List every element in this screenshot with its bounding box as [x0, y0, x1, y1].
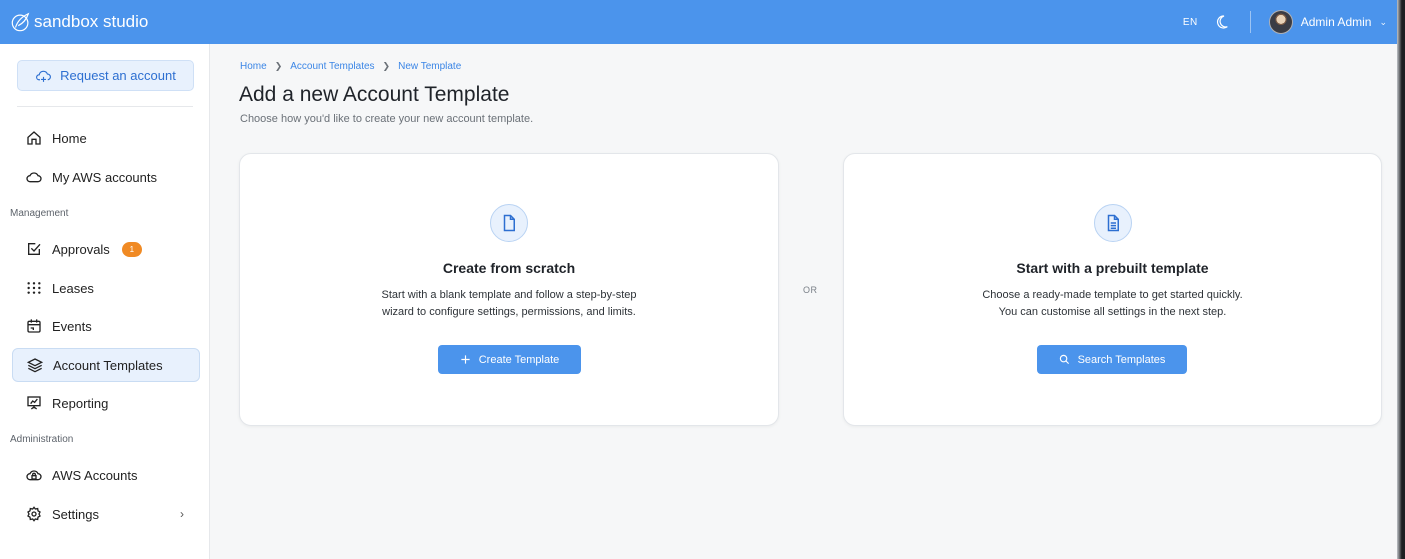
presentation-icon	[27, 396, 41, 410]
sidebar-item-home[interactable]: Home	[12, 121, 200, 155]
sidebar-item-approvals[interactable]: Approvals 1	[12, 232, 200, 266]
sidebar-item-my-aws-accounts[interactable]: My AWS accounts	[12, 160, 200, 194]
card-description-line: wizard to configure settings, permission…	[382, 306, 636, 318]
sidebar-item-label: Reporting	[52, 395, 109, 411]
user-name[interactable]: Admin Admin	[1301, 15, 1372, 29]
create-from-scratch-card: Create from scratch Start with a blank t…	[239, 153, 779, 426]
create-template-button[interactable]: Create Template	[438, 345, 581, 374]
section-label-management: Management	[10, 208, 69, 219]
breadcrumb-account-templates[interactable]: Account Templates	[290, 61, 374, 72]
approvals-count-badge: 1	[121, 241, 142, 257]
card-description-line: Choose a ready-made template to get star…	[982, 289, 1243, 301]
calendar-icon	[27, 319, 41, 333]
search-templates-button[interactable]: Search Templates	[1037, 345, 1187, 374]
request-account-label: Request an account	[60, 68, 176, 83]
cloud-plus-icon	[36, 70, 52, 82]
section-label-administration: Administration	[10, 434, 74, 445]
language-selector[interactable]: EN	[1183, 17, 1198, 28]
document-text-icon	[1094, 204, 1132, 242]
sidebar-item-label: Settings	[52, 506, 99, 522]
grid-dots-icon	[27, 282, 41, 294]
brand-logo[interactable]: sandbox studio	[10, 11, 148, 33]
page-title: Add a new Account Template	[239, 83, 510, 106]
file-icon	[490, 204, 528, 242]
search-templates-label: Search Templates	[1077, 353, 1166, 366]
breadcrumb-separator-icon: ❯	[274, 61, 283, 71]
card-description: Start with a blank template and follow a…	[240, 287, 778, 321]
sidebar-item-label: AWS Accounts	[52, 467, 138, 483]
moon-icon[interactable]	[1216, 14, 1232, 30]
sidebar-item-aws-accounts[interactable]: AWS Accounts	[12, 458, 200, 492]
cloud-lock-icon	[26, 470, 42, 481]
breadcrumb-home[interactable]: Home	[240, 61, 267, 72]
cloud-icon	[26, 172, 42, 183]
create-template-label: Create Template	[478, 353, 560, 366]
chevron-right-icon[interactable]: ›	[180, 507, 184, 521]
breadcrumb-new-template[interactable]: New Template	[398, 61, 461, 72]
sidebar-item-leases[interactable]: Leases	[12, 271, 200, 305]
card-description-line: You can customise all settings in the ne…	[998, 306, 1227, 318]
top-bar: sandbox studio EN Admin Admin ⌄	[0, 0, 1397, 44]
brand-name: sandbox studio	[34, 12, 149, 31]
request-account-button[interactable]: Request an account	[17, 60, 194, 91]
breadcrumb-separator-icon: ❯	[382, 61, 391, 71]
search-icon	[1059, 354, 1069, 365]
sidebar-item-label: My AWS accounts	[52, 169, 157, 185]
sidebar-item-label: Approvals	[52, 241, 110, 257]
or-separator: OR	[803, 285, 818, 295]
layers-icon	[27, 358, 43, 373]
sidebar-divider	[17, 106, 193, 107]
card-title: Create from scratch	[442, 260, 576, 276]
sidebar-item-settings[interactable]: Settings ›	[12, 497, 200, 531]
sidebar-item-events[interactable]: Events	[12, 309, 200, 343]
gear-icon	[27, 506, 41, 522]
avatar[interactable]	[1268, 10, 1293, 34]
plus-icon	[461, 355, 470, 364]
sidebar-item-label: Events	[52, 318, 92, 334]
leaf-logo-icon	[11, 12, 30, 32]
topbar-divider	[1249, 11, 1251, 33]
sidebar: Request an account Home My AWS accounts …	[0, 44, 210, 559]
page-subtitle: Choose how you'd like to create your new…	[240, 113, 534, 125]
checkbox-icon	[28, 243, 41, 255]
chevron-down-icon[interactable]: ⌄	[1379, 17, 1387, 28]
sidebar-item-label: Leases	[52, 280, 94, 296]
prebuilt-template-card: Start with a prebuilt template Choose a …	[843, 153, 1382, 426]
window-edge	[1397, 0, 1405, 559]
sidebar-item-account-templates[interactable]: Account Templates	[12, 348, 200, 382]
card-description-line: Start with a blank template and follow a…	[381, 289, 637, 301]
home-icon	[27, 131, 41, 145]
sidebar-item-label: Account Templates	[53, 357, 163, 373]
breadcrumb: Home ❯ Account Templates ❯ New Template	[240, 61, 461, 72]
card-title: Start with a prebuilt template	[1016, 260, 1209, 276]
sidebar-item-label: Home	[52, 130, 87, 146]
card-description: Choose a ready-made template to get star…	[844, 287, 1381, 321]
sidebar-item-reporting[interactable]: Reporting	[12, 386, 200, 420]
